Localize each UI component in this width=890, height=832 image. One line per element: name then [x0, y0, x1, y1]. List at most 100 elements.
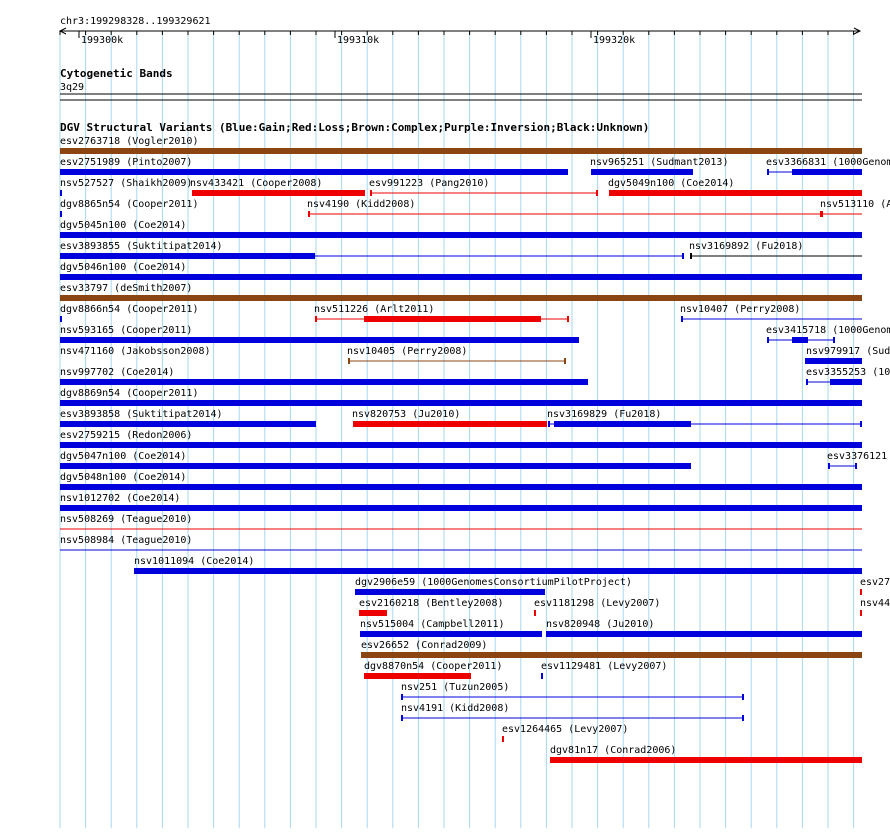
variant-label: nsv1011094 (Coe2014) [134, 556, 254, 567]
variant-feature[interactable]: nsv965251 (Sudmant2013) [590, 157, 728, 175]
variant-feature[interactable]: nsv508984 (Teague2010) [60, 535, 862, 551]
variant-feature[interactable]: dgv2906e59 (1000GenomesConsortiumPilotPr… [355, 577, 632, 595]
variant-label: nsv10407 (Perry2008) [680, 304, 800, 315]
variant-segment [60, 442, 862, 448]
variant-feature[interactable]: nsv527527 (Shaikh2009) [60, 178, 192, 196]
variant-feature[interactable]: nsv10407 (Perry2008) [680, 304, 862, 322]
dgv-track: DGV Structural Variants (Blue:Gain;Red:L… [60, 121, 890, 763]
ruler-tick-label: 199300k [81, 35, 123, 46]
variant-segment [767, 169, 769, 175]
variant-label: dgv81n17 (Conrad2006) [550, 745, 676, 756]
variant-feature[interactable]: dgv8869n54 (Cooper2011) [60, 388, 862, 406]
variant-feature[interactable]: esv2751989 (Pinto2007) [60, 157, 568, 175]
variant-feature[interactable]: nsv3169892 (Fu2018) [689, 241, 862, 259]
variant-feature[interactable]: esv27 [860, 577, 890, 595]
variant-segment [401, 694, 403, 700]
variant-feature[interactable]: esv33797 (deSmith2007) [60, 283, 862, 301]
variant-feature[interactable]: esv3366831 (1000Genom [766, 157, 890, 175]
variant-label: esv2160218 (Bentley2008) [359, 598, 504, 609]
variant-label: nsv3169829 (Fu2018) [547, 409, 661, 420]
variant-segment [60, 274, 862, 280]
variant-feature[interactable]: dgv8870n54 (Cooper2011) [364, 661, 502, 679]
variant-feature[interactable]: nsv1011094 (Coe2014) [134, 556, 862, 574]
variant-segment [60, 379, 588, 385]
variant-feature[interactable]: nsv471160 (Jakobsson2008) [60, 346, 211, 357]
track-title: Cytogenetic Bands [60, 67, 173, 80]
variant-label: esv1129481 (Levy2007) [541, 661, 667, 672]
variant-feature[interactable]: nsv4190 (Kidd2008) [307, 199, 862, 217]
variant-segment [546, 631, 862, 637]
variant-feature[interactable]: dgv81n17 (Conrad2006) [550, 745, 862, 763]
variant-segment [860, 589, 862, 595]
variant-segment [690, 253, 692, 259]
ruler-minor-ticks [59, 31, 855, 35]
variant-feature[interactable]: dgv8866n54 (Cooper2011) [60, 304, 198, 322]
variant-segment [681, 316, 683, 322]
variant-feature[interactable]: esv3893858 (Suktitipat2014) [60, 409, 316, 427]
variant-segment [554, 421, 691, 427]
cytoband-label: 3q29 [60, 82, 84, 93]
variant-feature[interactable]: esv2763718 (Vogler2010) [60, 136, 862, 154]
variant-feature[interactable]: esv3415718 (1000Genom [766, 325, 890, 343]
variant-label: nsv979917 (Sud [806, 346, 890, 357]
variant-segment [550, 757, 862, 763]
variant-segment [360, 631, 542, 637]
variant-feature[interactable]: nsv10405 (Perry2008) [347, 346, 566, 364]
variant-feature[interactable]: nsv979917 (Sud [805, 346, 890, 364]
variant-label: nsv515004 (Campbell2011) [360, 619, 505, 630]
ruler-tick-label: 199320k [593, 35, 635, 46]
variant-feature[interactable]: esv2759215 (Redon2006) [60, 430, 862, 448]
variant-segment [502, 736, 504, 742]
variant-feature[interactable]: dgv5049n100 (Coe2014) [608, 178, 862, 196]
track-title: DGV Structural Variants (Blue:Gain;Red:L… [60, 121, 649, 134]
variant-feature[interactable]: nsv508269 (Teague2010) [60, 514, 862, 530]
variant-feature[interactable]: dgv5047n100 (Coe2014) [60, 451, 691, 469]
cytoband-track: Cytogenetic Bands 3q29 [60, 67, 862, 101]
variant-label: dgv8866n54 (Cooper2011) [60, 304, 198, 315]
variant-label: esv2763718 (Vogler2010) [60, 136, 198, 147]
variant-label: esv2759215 (Redon2006) [60, 430, 192, 441]
variant-label: dgv5047n100 (Coe2014) [60, 451, 186, 462]
variant-label: esv3893858 (Suktitipat2014) [60, 409, 223, 420]
variant-label: esv3376121 [827, 451, 887, 462]
variant-feature[interactable]: esv26652 (Conrad2009) [361, 640, 862, 658]
variant-segment [682, 253, 684, 259]
ruler: chr3:199298328..199329621 199300k 199310… [58, 16, 862, 46]
variant-feature[interactable]: nsv44 [860, 598, 890, 616]
variant-feature[interactable]: nsv997702 (Coe2014) [60, 367, 588, 385]
variant-segment [308, 211, 310, 217]
variant-feature[interactable]: esv3376121 [827, 451, 887, 469]
variant-feature[interactable]: dgv5045n100 (Coe2014) [60, 220, 862, 238]
variant-segment [60, 421, 316, 427]
variant-feature[interactable]: nsv3169829 (Fu2018) [547, 409, 862, 427]
variant-label: esv3366831 (1000Genom [766, 157, 890, 168]
variant-feature[interactable]: dgv5048n100 (Coe2014) [60, 472, 862, 490]
variant-segment [833, 337, 835, 343]
variant-label: nsv44 [860, 598, 890, 609]
variant-label: nsv965251 (Sudmant2013) [590, 157, 728, 168]
variant-feature[interactable]: nsv593165 (Cooper2011) [60, 325, 579, 343]
variant-feature[interactable]: dgv8865n54 (Cooper2011) [60, 199, 198, 217]
variant-segment [364, 673, 471, 679]
variant-feature[interactable]: nsv433421 (Cooper2008) [190, 178, 365, 196]
variant-feature[interactable]: esv3893855 (Suktitipat2014) [60, 241, 684, 259]
variant-segment [60, 169, 568, 175]
variant-feature[interactable]: esv3355253 (100 [806, 367, 890, 385]
variant-label: dgv8865n54 (Cooper2011) [60, 199, 198, 210]
variant-feature[interactable]: nsv515004 (Campbell2011) [360, 619, 542, 637]
variant-feature[interactable]: nsv511226 (Arlt2011) [314, 304, 569, 322]
variant-feature[interactable]: esv991223 (Pang2010) [369, 178, 598, 196]
variant-label: dgv8870n54 (Cooper2011) [364, 661, 502, 672]
variant-segment [60, 463, 691, 469]
variant-feature[interactable]: esv2160218 (Bentley2008) [359, 598, 504, 616]
variant-feature[interactable]: nsv513110 (A [820, 199, 890, 217]
variant-feature[interactable]: nsv1012702 (Coe2014) [60, 493, 862, 511]
variant-segment [60, 295, 862, 301]
variant-feature[interactable]: dgv5046n100 (Coe2014) [60, 262, 862, 280]
variant-segment [591, 169, 693, 175]
variant-feature[interactable]: nsv820753 (Ju2010) [352, 409, 547, 427]
dgv-features: esv2763718 (Vogler2010) esv2751989 (Pinto… [60, 136, 890, 763]
variant-segment [348, 358, 350, 364]
variant-feature[interactable]: nsv820948 (Ju2010) [546, 619, 862, 637]
variant-label: esv3355253 (100 [806, 367, 890, 378]
